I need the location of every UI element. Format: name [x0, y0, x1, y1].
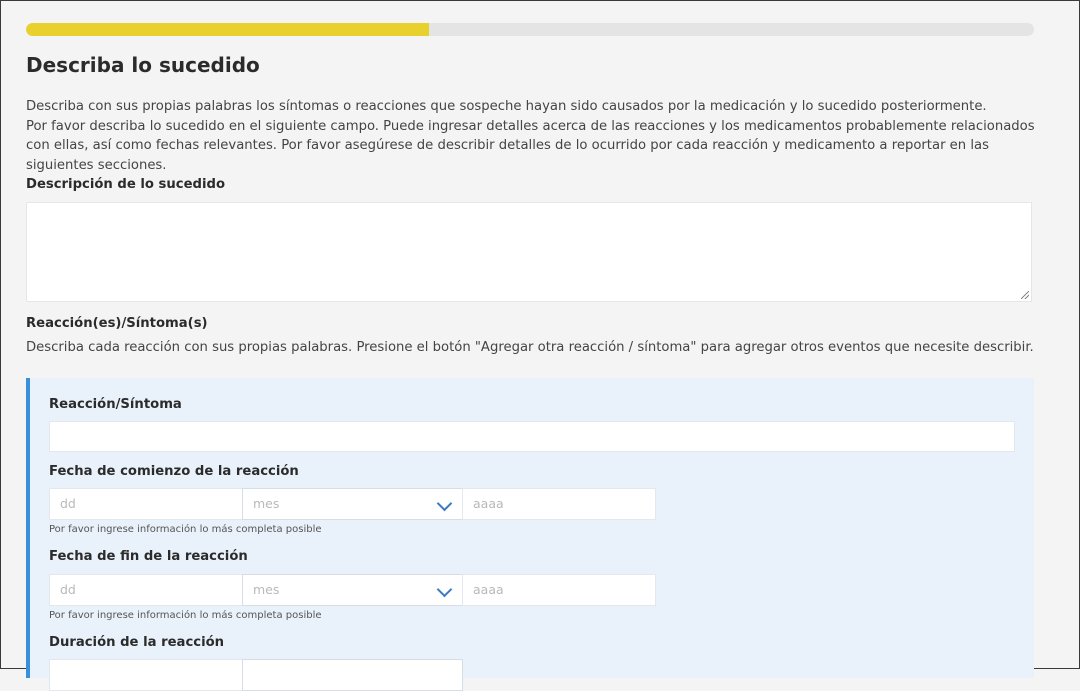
- intro-text: Describa con sus propias palabras los sí…: [26, 97, 1036, 175]
- chevron-down-icon: [436, 581, 453, 598]
- description-textarea[interactable]: [26, 202, 1032, 302]
- resize-handle-icon[interactable]: [1021, 291, 1029, 299]
- reactions-help-text: Describa cada reacción con sus propias p…: [26, 340, 1034, 355]
- start-month-placeholder: mes: [253, 496, 280, 511]
- intro-line-1: Describa con sus propias palabras los sí…: [26, 99, 987, 114]
- start-date-label: Fecha de comienzo de la reacción: [49, 464, 299, 479]
- reactions-label: Reacción(es)/Síntoma(s): [26, 316, 208, 331]
- start-day-input[interactable]: dd: [49, 488, 243, 520]
- duration-unit-select[interactable]: [242, 659, 463, 691]
- progress-bar-fill: [26, 23, 430, 36]
- start-year-input[interactable]: aaaa: [462, 488, 656, 520]
- intro-line-2: Por favor describa lo sucedido en el sig…: [26, 118, 1035, 173]
- chevron-down-icon: [436, 495, 453, 512]
- end-date-label: Fecha de fin de la reacción: [49, 549, 248, 564]
- end-date-row: dd mes aaaa: [49, 574, 657, 606]
- reaction-panel: Reacción/Síntoma Fecha de comienzo de la…: [26, 378, 1034, 691]
- start-date-note: Por favor ingrese información lo más com…: [49, 524, 322, 535]
- duration-label: Duración de la reacción: [49, 635, 225, 650]
- end-month-select[interactable]: mes: [242, 574, 463, 606]
- reaction-input[interactable]: [49, 421, 1015, 452]
- end-year-input[interactable]: aaaa: [462, 574, 656, 606]
- end-date-note: Por favor ingrese información lo más com…: [49, 610, 322, 621]
- progress-bar: [26, 23, 1034, 36]
- page-title: Describa lo sucedido: [26, 53, 260, 77]
- end-day-input[interactable]: dd: [49, 574, 243, 606]
- end-month-placeholder: mes: [253, 582, 280, 597]
- duration-row: [49, 659, 657, 691]
- duration-value-input[interactable]: [49, 659, 243, 691]
- start-month-select[interactable]: mes: [242, 488, 463, 520]
- reaction-label: Reacción/Síntoma: [49, 397, 182, 412]
- start-date-row: dd mes aaaa: [49, 488, 657, 520]
- description-label: Descripción de lo sucedido: [26, 177, 226, 192]
